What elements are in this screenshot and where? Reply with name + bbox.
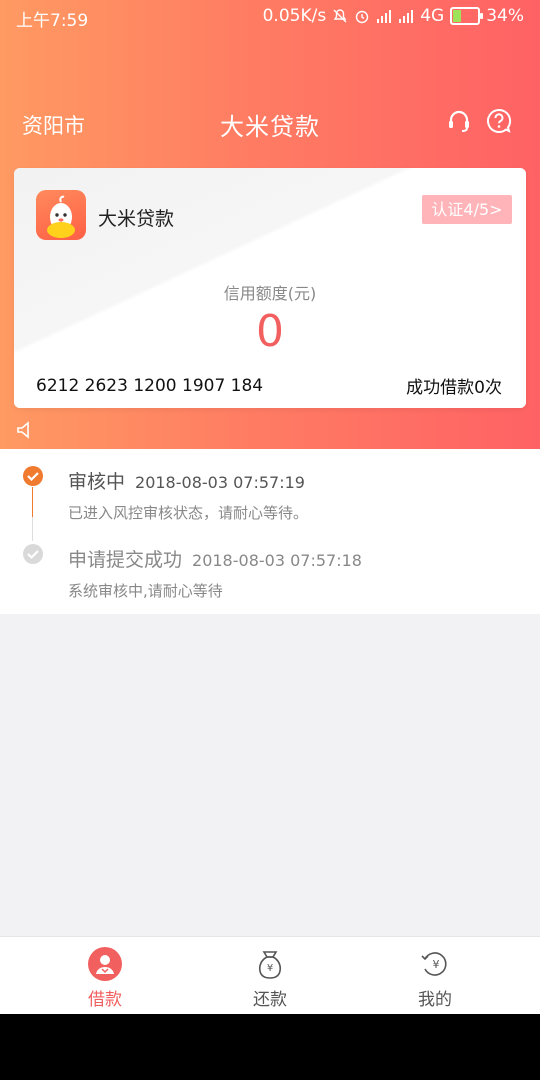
timeline-item-time: 2018-08-03 07:57:19: [135, 473, 305, 492]
signal-icon-2: [399, 10, 414, 23]
timeline-item-title: 审核中 2018-08-03 07:57:19: [68, 471, 305, 493]
check-icon: [23, 544, 43, 564]
top-nav: 资阳市 大米贷款: [0, 92, 540, 156]
borrow-icon: [88, 947, 122, 981]
battery-percent: 34%: [486, 6, 524, 26]
tab-mine[interactable]: ¥ 我的: [375, 937, 495, 1015]
check-icon: [23, 466, 43, 486]
bank-card-number: 6212 2623 1200 1907 184: [36, 376, 264, 396]
credit-limit-value: 0: [256, 306, 284, 357]
system-nav-area: [0, 1014, 540, 1080]
announcement-speaker-icon: [17, 421, 29, 439]
alarm-icon: [356, 10, 369, 24]
timeline-item-title: 申请提交成功 2018-08-03 07:57:18: [68, 549, 362, 571]
my-account-icon: ¥: [421, 952, 447, 976]
tab-borrow-label: 借款: [88, 990, 122, 1010]
success-loan-count: 成功借款0次: [406, 378, 502, 398]
certification-label: 认证4/5: [431, 200, 490, 219]
tab-borrow[interactable]: 借款: [45, 937, 165, 1015]
help-icon[interactable]: [486, 108, 512, 134]
credit-limit-label: 信用额度(元): [223, 284, 317, 303]
customer-service-icon[interactable]: [446, 108, 472, 134]
battery-icon: [450, 7, 484, 25]
tab-repay[interactable]: ¥ 还款: [210, 937, 330, 1015]
network-type: 4G: [420, 6, 445, 26]
svg-text:¥: ¥: [267, 963, 273, 974]
app-logo: [36, 190, 86, 240]
svg-text:¥: ¥: [433, 958, 440, 971]
timeline-item-desc: 系统审核中,请耐心等待: [68, 582, 223, 600]
tab-repay-label: 还款: [253, 990, 287, 1010]
credit-card-panel: 大米贷款 认证4/5> 信用额度(元) 0 6212 2623 1200 190…: [14, 168, 526, 408]
network-speed: 0.05K/s: [262, 6, 327, 26]
timeline-item-desc: 已进入风控审核状态，请耐心等待。: [68, 504, 309, 522]
signal-icon: [377, 10, 392, 23]
mute-bell-icon: [333, 9, 347, 23]
bottom-tab-bar: 借款 ¥ 还款 ¥ 我的: [0, 936, 540, 1015]
status-time: 上午7:59: [16, 11, 89, 31]
brand-name: 大米贷款: [98, 208, 175, 230]
application-timeline: 审核中 2018-08-03 07:57:19 已进入风控审核状态，请耐心等待。 …: [0, 449, 540, 614]
tab-mine-label: 我的: [418, 990, 452, 1010]
status-bar: 上午7:59 0.05K/s 4G 34%: [0, 0, 540, 34]
certification-button[interactable]: 认证4/5>: [422, 195, 512, 224]
timeline-item-time: 2018-08-03 07:57:18: [192, 551, 362, 570]
chevron-right-icon: >: [489, 200, 503, 219]
repay-icon: ¥: [258, 951, 282, 979]
